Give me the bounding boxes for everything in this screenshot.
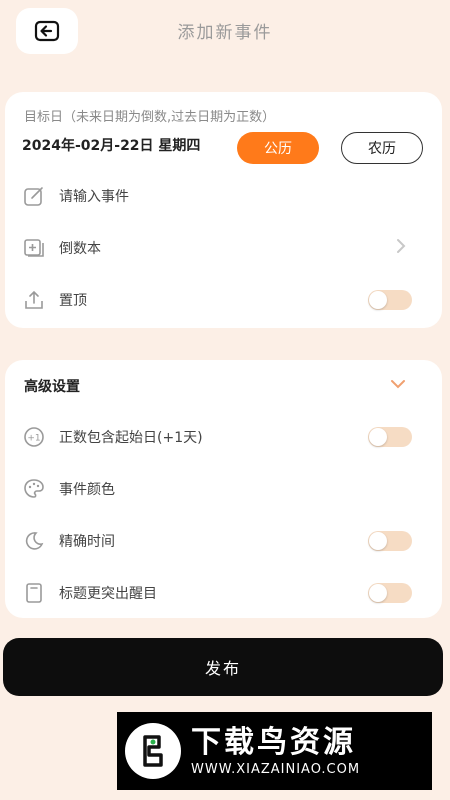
pin-top-row: 置顶 bbox=[21, 285, 426, 315]
watermark: 下载鸟资源 WWW.XIAZAINIAO.COM bbox=[117, 712, 432, 790]
title-highlight-row: 标题更突出醒目 bbox=[21, 578, 426, 608]
palette-icon bbox=[21, 476, 47, 502]
include-start-day-toggle[interactable] bbox=[368, 427, 412, 447]
moon-icon bbox=[21, 528, 47, 554]
event-color-label: 事件颜色 bbox=[59, 482, 115, 498]
event-name-placeholder: 请输入事件 bbox=[59, 189, 129, 205]
exact-time-toggle[interactable] bbox=[368, 531, 412, 551]
svg-text:+1: +1 bbox=[27, 434, 40, 444]
event-name-input[interactable]: 请输入事件 bbox=[21, 181, 426, 211]
include-start-day-label: 正数包含起始日(+1天) bbox=[59, 430, 203, 446]
chevron-down-icon[interactable] bbox=[390, 374, 406, 393]
plus-one-icon: +1 bbox=[21, 424, 47, 450]
exact-time-row: 精确时间 bbox=[21, 526, 426, 556]
notebook-icon bbox=[21, 235, 47, 261]
watermark-name: 下载鸟资源 bbox=[191, 724, 356, 760]
pin-top-label: 置顶 bbox=[59, 293, 87, 309]
title-highlight-label: 标题更突出醒目 bbox=[59, 586, 157, 602]
countdown-book-label: 倒数本 bbox=[59, 241, 101, 257]
edit-icon bbox=[21, 183, 47, 209]
publish-button[interactable]: 发布 bbox=[3, 638, 443, 696]
lunar-calendar-button[interactable]: 农历 bbox=[341, 132, 423, 164]
countdown-book-row[interactable]: 倒数本 bbox=[21, 233, 426, 263]
advanced-settings-title: 高级设置 bbox=[24, 379, 80, 395]
page-title: 添加新事件 bbox=[177, 23, 273, 43]
watermark-url: WWW.XIAZAINIAO.COM bbox=[191, 761, 361, 777]
title-highlight-toggle[interactable] bbox=[368, 583, 412, 603]
exact-time-label: 精确时间 bbox=[59, 534, 115, 550]
event-color-row[interactable]: 事件颜色 bbox=[21, 474, 426, 504]
event-card: 目标日（未来日期为倒数,过去日期为正数） 2024年-02月-22日 星期四 公… bbox=[5, 92, 442, 328]
phone-icon bbox=[21, 580, 47, 606]
target-date[interactable]: 2024年-02月-22日 星期四 bbox=[22, 135, 200, 155]
solar-calendar-button[interactable]: 公历 bbox=[237, 132, 319, 164]
chevron-right-icon bbox=[396, 238, 406, 259]
upload-icon bbox=[21, 287, 47, 313]
bird-logo-icon bbox=[125, 723, 181, 779]
include-start-day-row: +1 正数包含起始日(+1天) bbox=[21, 422, 426, 452]
target-date-hint: 目标日（未来日期为倒数,过去日期为正数） bbox=[24, 110, 276, 125]
advanced-settings-card: 高级设置 +1 正数包含起始日(+1天) 事件颜色 精确时间 标题更突出醒目 bbox=[5, 360, 442, 618]
pin-top-toggle[interactable] bbox=[368, 290, 412, 310]
